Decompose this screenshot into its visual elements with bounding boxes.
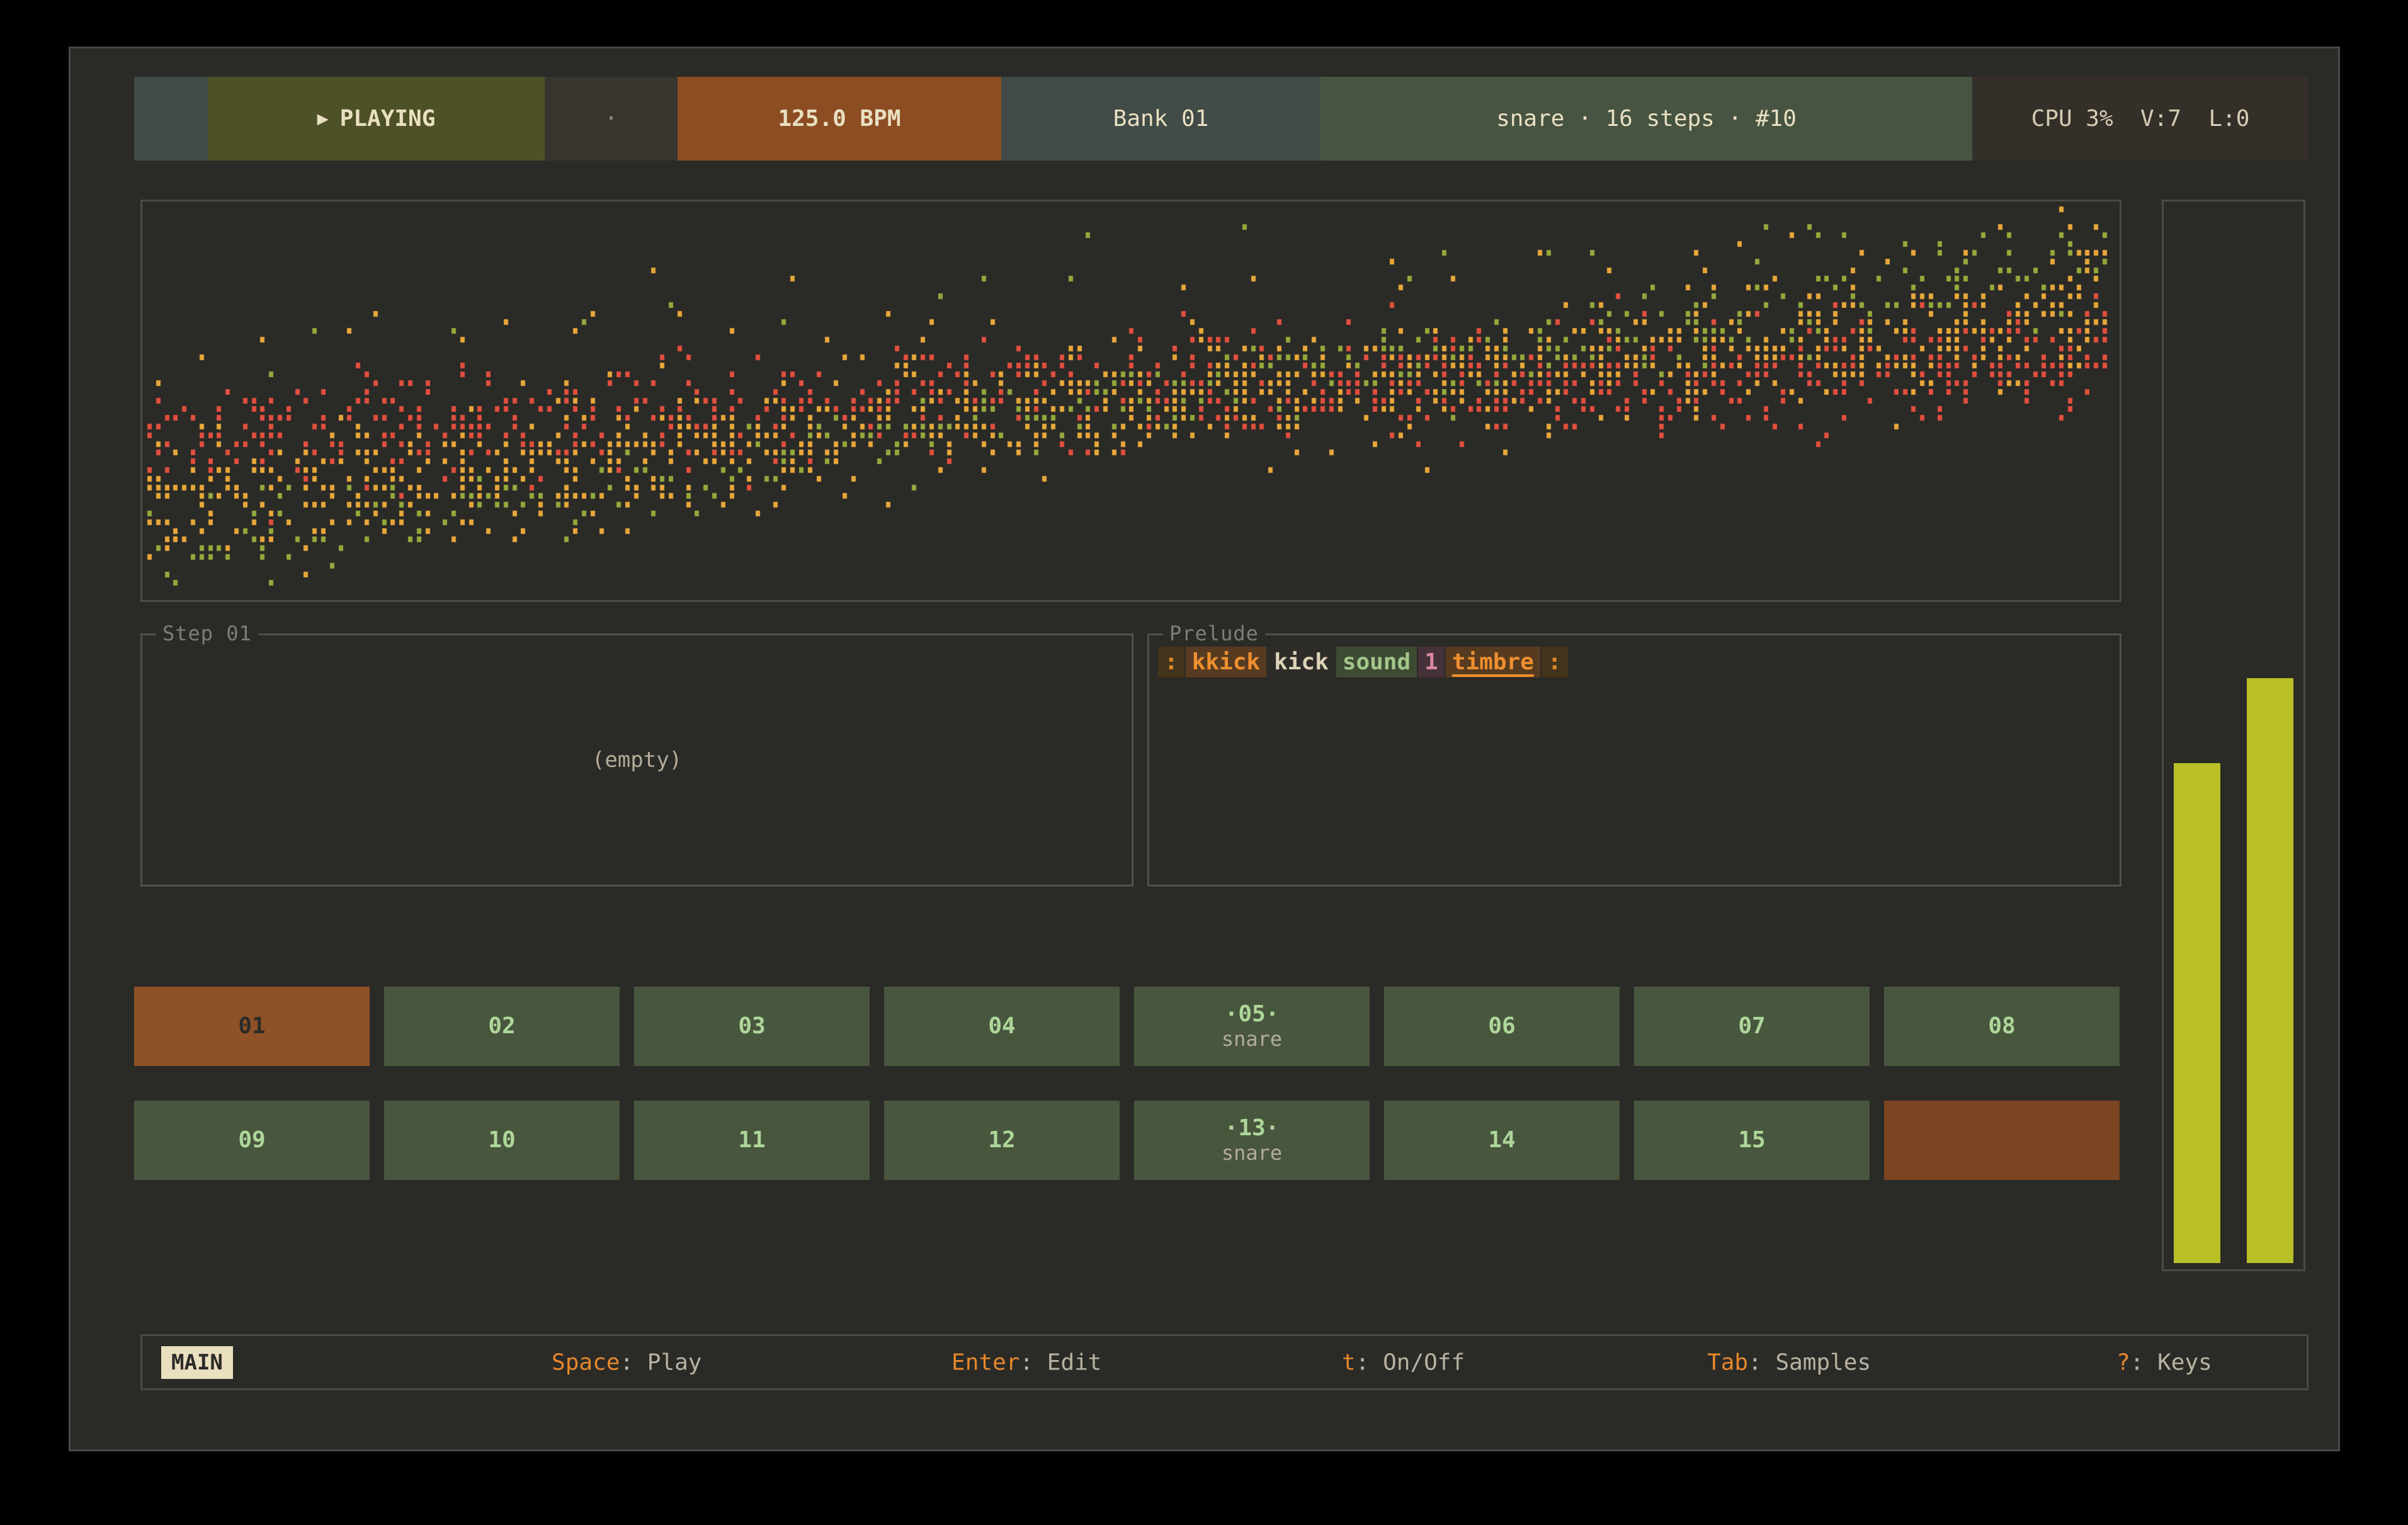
step-button-label: 10 bbox=[488, 1128, 515, 1153]
step-button-label: 11 bbox=[738, 1128, 765, 1153]
transport-status[interactable]: ▶ PLAYING bbox=[208, 77, 545, 161]
transport-label: PLAYING bbox=[340, 106, 436, 132]
hint-samples: Tab: Samples bbox=[1625, 1324, 1871, 1401]
step-button-sample-name: snare bbox=[1222, 1027, 1282, 1051]
bpm-display[interactable]: 125.0 BPM bbox=[678, 77, 1001, 161]
step-detail-panel: Step 01 (empty) bbox=[140, 633, 1133, 887]
hint-edit: Enter: Edit bbox=[870, 1324, 1101, 1401]
step-button-05[interactable]: ·05·snare bbox=[1134, 987, 1370, 1066]
step-button-10[interactable]: 10 bbox=[384, 1101, 620, 1180]
app-window: ▶ PLAYING · 125.0 BPM Bank 01 snare · 16… bbox=[69, 47, 2340, 1451]
step-button-label: 01 bbox=[238, 1014, 265, 1039]
code-token-5: timbre bbox=[1446, 647, 1540, 677]
prelude-panel-title: Prelude bbox=[1163, 621, 1265, 645]
step-button-label: 07 bbox=[1738, 1014, 1765, 1039]
top-bar: ▶ PLAYING · 125.0 BPM Bank 01 snare · 16… bbox=[134, 77, 2309, 161]
step-button-sample-name: snare bbox=[1222, 1141, 1282, 1165]
hint-keys: ?: Keys bbox=[2035, 1324, 2212, 1401]
step-button-label: 04 bbox=[988, 1014, 1015, 1039]
bank-display[interactable]: Bank 01 bbox=[1001, 77, 1320, 161]
step-button-09[interactable]: 09 bbox=[134, 1101, 370, 1180]
step-button-11[interactable]: 11 bbox=[634, 1101, 870, 1180]
step-button-label: 02 bbox=[488, 1014, 515, 1039]
step-button-03[interactable]: 03 bbox=[634, 987, 870, 1066]
level-meter-left bbox=[2174, 763, 2220, 1263]
status-bar: MAIN Space: Play Enter: Edit t: On/Off T… bbox=[140, 1334, 2309, 1390]
code-token-1: kkick bbox=[1186, 647, 1266, 677]
step-button-04[interactable]: 04 bbox=[884, 987, 1120, 1066]
step-button-07[interactable]: 07 bbox=[1634, 987, 1870, 1066]
visualizer-panel bbox=[140, 200, 2121, 602]
hint-play: Space: Play bbox=[470, 1324, 701, 1401]
mode-badge: MAIN bbox=[161, 1346, 233, 1379]
track-info[interactable]: snare · 16 steps · #10 bbox=[1320, 77, 1972, 161]
step-panel-title: Step 01 bbox=[156, 621, 258, 645]
step-button-14[interactable]: 14 bbox=[1384, 1101, 1620, 1180]
step-button-label: 14 bbox=[1488, 1128, 1515, 1153]
step-button-label: ·13· bbox=[1225, 1116, 1280, 1141]
code-token-0: : bbox=[1158, 647, 1184, 677]
topbar-spacer bbox=[134, 77, 208, 161]
level-meter-panel bbox=[2162, 200, 2305, 1271]
step-button-label: 15 bbox=[1738, 1128, 1765, 1153]
step-button-06[interactable]: 06 bbox=[1384, 987, 1620, 1066]
hint-onoff: t: On/Off bbox=[1260, 1324, 1465, 1401]
swing-indicator[interactable]: · bbox=[545, 77, 678, 161]
visualizer-canvas bbox=[142, 201, 2120, 600]
step-button-label: 09 bbox=[238, 1128, 265, 1153]
step-button-13[interactable]: ·13·snare bbox=[1134, 1101, 1370, 1180]
code-token-2: kick bbox=[1268, 647, 1335, 677]
play-icon: ▶ bbox=[317, 108, 329, 130]
step-button-16[interactable] bbox=[1884, 1101, 2120, 1180]
code-token-4: 1 bbox=[1418, 647, 1445, 677]
step-button-12[interactable]: 12 bbox=[884, 1101, 1120, 1180]
prelude-panel: Prelude :kkickkicksound1timbre: bbox=[1147, 633, 2121, 887]
step-empty-text: (empty) bbox=[142, 747, 1132, 773]
step-button-08[interactable]: 08 bbox=[1884, 987, 2120, 1066]
step-button-label: 03 bbox=[738, 1014, 765, 1039]
level-meter-right bbox=[2247, 678, 2293, 1263]
step-button-15[interactable]: 15 bbox=[1634, 1101, 1870, 1180]
code-token-3: sound bbox=[1336, 647, 1417, 677]
code-token-6: : bbox=[1542, 647, 1568, 677]
step-button-label: 08 bbox=[1988, 1014, 2015, 1039]
step-button-label: 06 bbox=[1488, 1014, 1515, 1039]
step-button-01[interactable]: 01 bbox=[134, 987, 370, 1066]
prelude-code[interactable]: :kkickkicksound1timbre: bbox=[1158, 647, 1569, 677]
step-button-label: 12 bbox=[988, 1128, 1015, 1153]
step-button-label: ·05· bbox=[1225, 1002, 1280, 1027]
system-stats: CPU 3% V:7 L:0 bbox=[1972, 77, 2309, 161]
step-button-02[interactable]: 02 bbox=[384, 987, 620, 1066]
